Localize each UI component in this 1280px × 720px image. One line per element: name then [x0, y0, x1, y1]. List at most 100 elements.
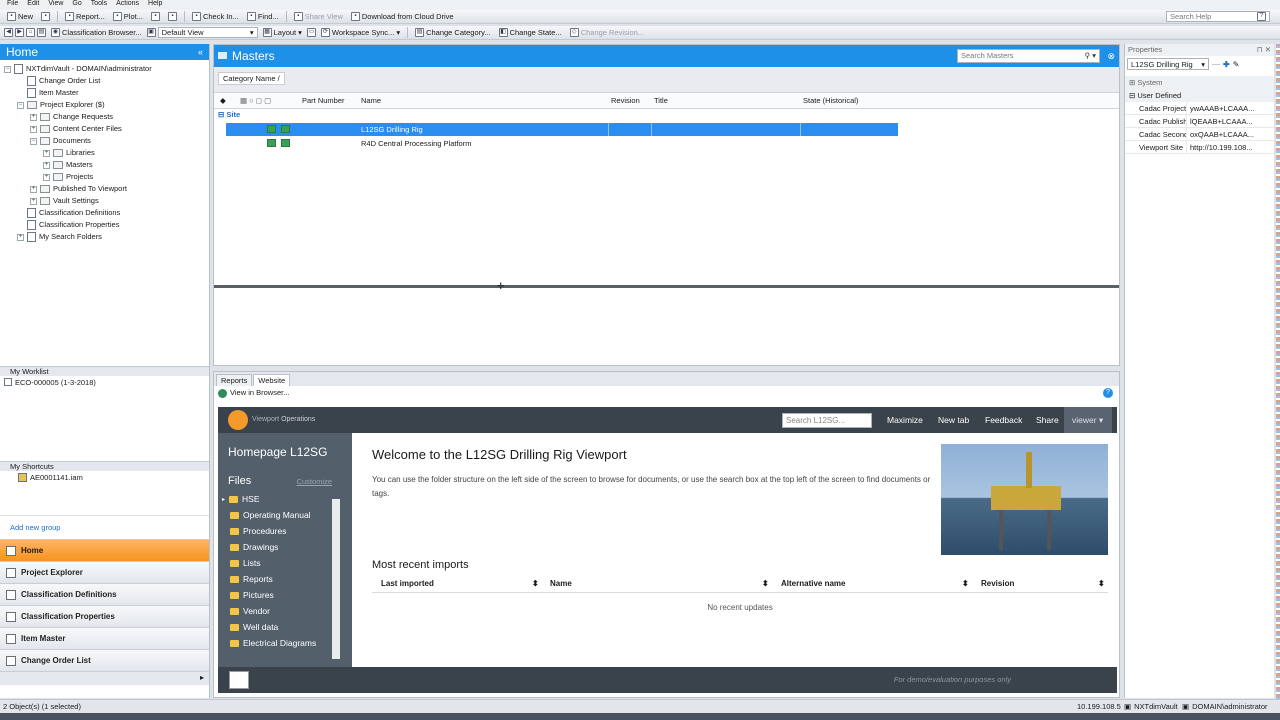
user-menu[interactable]: viewer ▾ [1064, 407, 1112, 433]
tree-node[interactable]: + Projects [4, 171, 209, 183]
folder-item[interactable]: Electrical Diagrams [218, 635, 340, 651]
expand-icon[interactable]: + [43, 173, 50, 181]
sort-icon[interactable]: ⬍ [1098, 579, 1105, 588]
check-in-button[interactable]: ▪ Check In... [189, 11, 242, 23]
sidebar-scrollbar[interactable] [332, 499, 340, 659]
refresh-button[interactable]: ▪ [38, 11, 53, 23]
leaf-spacer[interactable] [17, 90, 24, 97]
sort-icon[interactable]: ⬍ [532, 579, 539, 588]
report-button[interactable]: ▪ Report... [62, 11, 108, 23]
change-state-button[interactable]: ◧ Change State... [496, 27, 565, 39]
col-revision[interactable]: Revision [611, 93, 640, 109]
menu-item-actions[interactable]: Actions [116, 0, 139, 10]
search-masters-input[interactable]: Search Masters ⚲ ▾ [957, 49, 1100, 63]
plot-button[interactable]: ▪ Plot... [110, 11, 146, 23]
group-chip-category[interactable]: Category Name / [218, 72, 285, 85]
folder-item[interactable]: Well data [218, 619, 340, 635]
col-name[interactable]: Name [361, 93, 381, 109]
worklist-item[interactable]: ECO-000005 (1-3-2018) [15, 378, 96, 459]
forward-icon[interactable]: ▶ [15, 28, 24, 37]
menu-item-go[interactable]: Go [72, 0, 81, 10]
tree-node[interactable]: + Published To Viewport [4, 183, 209, 195]
group-system[interactable]: ⊞ System [1125, 76, 1274, 89]
homepage-title[interactable]: Homepage L12SG [218, 433, 352, 459]
search-help-input[interactable]: Search Help ? [1166, 11, 1270, 22]
layout-button[interactable]: ▦ Layout ▾ [260, 27, 305, 39]
folder-item[interactable]: Drawings [218, 539, 340, 555]
view-select[interactable]: Default View ▾ [157, 27, 258, 38]
col-name[interactable]: Name [550, 579, 572, 588]
workspace-sync-button[interactable]: ⟳ Workspace Sync... ▾ [318, 27, 403, 39]
folder-item[interactable]: Reports [218, 571, 340, 587]
shortcut-item[interactable]: AE0001141.iam [30, 473, 83, 513]
col-title[interactable]: Title [654, 93, 668, 109]
expand-icon[interactable]: + [30, 125, 37, 133]
col-last-imported[interactable]: Last imported [381, 579, 434, 588]
property-row[interactable]: Viewport Site http://10.199.108... [1125, 141, 1274, 154]
tree-node[interactable]: + Change Requests [4, 111, 209, 123]
pin-icon[interactable]: ⊓ ✕ [1257, 44, 1271, 56]
tab-website[interactable]: Website [253, 374, 291, 386]
download-from-cloud-drive-button[interactable]: ▪ Download from Cloud Drive [348, 11, 457, 23]
delete-button[interactable]: ▪ [165, 11, 180, 23]
feedback-link[interactable]: Feedback [985, 407, 1022, 433]
change-revision-button[interactable]: ◇ Change Revision... [567, 27, 647, 39]
classification-browser-button[interactable]: ◉ Classification Browser... [48, 27, 145, 39]
collapse-icon[interactable]: « [198, 44, 203, 60]
folder-item[interactable]: ▸ HSE [218, 491, 340, 507]
folder-item[interactable]: Operating Manual [218, 507, 340, 523]
share-link[interactable]: Share [1036, 407, 1059, 433]
find-button[interactable]: ▪ Find... [244, 11, 282, 23]
nav-classification-definitions[interactable]: Classification Definitions [0, 583, 209, 605]
tree-node[interactable]: − NXTdimVault - DOMAIN\administrator [4, 63, 209, 75]
expand-icon[interactable]: ▸ [222, 496, 225, 503]
search-icon[interactable]: ⚲ ▾ [1085, 45, 1096, 67]
remove-icon[interactable]: — [1212, 60, 1220, 69]
pin-icon[interactable]: ◆ [220, 93, 226, 109]
menu-item-file[interactable]: File [7, 0, 18, 10]
property-row[interactable]: Cadac Second...oxQAAB+LCAAA... [1125, 128, 1274, 141]
menu-item-tools[interactable]: Tools [91, 0, 107, 10]
masters-row[interactable]: R4D Central Processing Platform [226, 137, 898, 150]
back-icon[interactable]: ◀ [4, 28, 13, 37]
sort-icon[interactable]: ⬍ [962, 579, 969, 588]
tree-node[interactable]: − Documents [4, 135, 209, 147]
properties-object-select[interactable]: L12SG Drilling Rig ▾ [1127, 58, 1209, 70]
maximize-link[interactable]: Maximize [887, 407, 923, 433]
help-icon[interactable]: ? [1257, 12, 1266, 21]
customize-link[interactable]: Customize [297, 477, 332, 486]
col-revision[interactable]: Revision [981, 579, 1014, 588]
menu-item-view[interactable]: View [48, 0, 63, 10]
nav-item-master[interactable]: Item Master [0, 627, 209, 649]
expand-icon[interactable]: + [30, 185, 37, 193]
collapse-icon[interactable]: − [4, 65, 11, 73]
tree-node[interactable]: Classification Properties [4, 219, 209, 231]
menu-item-edit[interactable]: Edit [27, 0, 39, 10]
property-row[interactable]: Cadac Project ...ywAAAB+LCAAA... [1125, 102, 1274, 115]
tree-node[interactable]: Classification Definitions [4, 207, 209, 219]
splitter[interactable] [214, 285, 1119, 288]
edit-icon[interactable]: ✎ [1233, 60, 1240, 69]
nav-home[interactable]: Home [0, 539, 209, 561]
view-icon[interactable]: ▣ [146, 28, 156, 37]
folder-item[interactable]: Vendor [218, 603, 340, 619]
new-button[interactable]: ▪ New [4, 11, 36, 23]
nav-project-explorer[interactable]: Project Explorer [0, 561, 209, 583]
add-new-group-link[interactable]: Add new group [0, 515, 209, 539]
help-icon[interactable]: ? [1103, 388, 1113, 398]
close-icon[interactable]: ⊗ [1107, 45, 1115, 67]
print-button[interactable]: ▪ [148, 11, 163, 23]
col-state[interactable]: State (Historical) [803, 93, 858, 109]
masters-row[interactable]: L12SG Drilling Rig [226, 123, 898, 136]
expand-icon[interactable]: + [17, 233, 24, 241]
tree-node[interactable]: + Vault Settings [4, 195, 209, 207]
folder-item[interactable]: Pictures [218, 587, 340, 603]
leaf-spacer[interactable] [17, 78, 24, 85]
expand-icon[interactable]: + [30, 197, 37, 205]
collapse-icon[interactable]: − [17, 101, 24, 109]
col-part-number[interactable]: Part Number [302, 93, 345, 109]
share-view-button[interactable]: ▪ Share View [291, 11, 346, 23]
group-row-site[interactable]: ⊟ Site [218, 110, 240, 119]
view-in-browser-link[interactable]: View in Browser... [230, 386, 289, 400]
group-user-defined[interactable]: ⊟ User Defined [1125, 89, 1274, 102]
